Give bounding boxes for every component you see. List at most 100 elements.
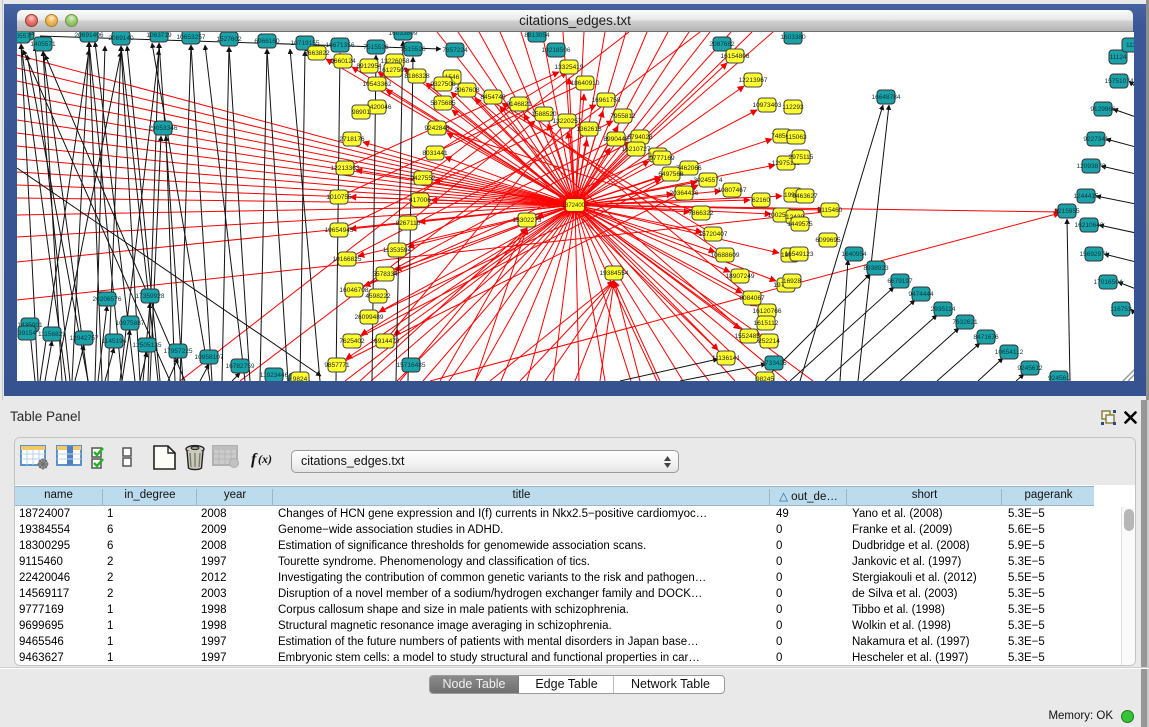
svg-text:7955812: 7955812 <box>610 113 636 120</box>
svg-text:1640954: 1640954 <box>841 251 867 258</box>
svg-text:29053346: 29053346 <box>149 125 178 132</box>
svg-text:18640910: 18640910 <box>571 80 600 87</box>
svg-text:11124: 11124 <box>1109 54 1126 61</box>
svg-text:2967608: 2967608 <box>454 87 480 94</box>
svg-text:417006: 417006 <box>409 197 431 204</box>
svg-text:8186328: 8186328 <box>404 73 430 80</box>
svg-text:16914479: 16914479 <box>371 338 400 345</box>
svg-text:30245574: 30245574 <box>694 177 723 184</box>
svg-text:17957225: 17957225 <box>164 348 193 355</box>
svg-text:5875685: 5875685 <box>430 100 456 107</box>
svg-text:19654945: 19654945 <box>325 227 354 234</box>
svg-text:10543362: 10543362 <box>363 81 392 88</box>
svg-text:6679197: 6679197 <box>887 278 913 285</box>
svg-text:12213967: 12213967 <box>739 77 768 84</box>
svg-text:19218506: 19218506 <box>542 47 571 54</box>
svg-text:9242848: 9242848 <box>424 125 450 132</box>
svg-text:16210727: 16210727 <box>622 146 651 153</box>
svg-text:11923446: 11923446 <box>260 372 289 379</box>
svg-text:6497568: 6497568 <box>658 171 684 178</box>
svg-text:19384554: 19384554 <box>600 270 629 277</box>
svg-text:7857224: 7857224 <box>442 47 468 54</box>
svg-text:115063: 115063 <box>785 134 807 141</box>
svg-text:1527602: 1527602 <box>216 36 242 43</box>
svg-text:10958107: 10958107 <box>195 354 224 361</box>
svg-text:10973403: 10973403 <box>753 102 782 109</box>
svg-text:16120766: 16120766 <box>753 308 782 315</box>
svg-text:6794028: 6794028 <box>627 134 653 141</box>
svg-text:11136141: 11136141 <box>712 355 740 362</box>
svg-text:13302273: 13302273 <box>513 217 542 224</box>
svg-text:4598222: 4598222 <box>365 293 391 300</box>
svg-text:9129966: 9129966 <box>1090 106 1116 113</box>
svg-text:16671356: 16671356 <box>326 42 355 49</box>
svg-text:13220257: 13220257 <box>553 118 582 125</box>
svg-text:16033809: 16033809 <box>389 32 418 37</box>
svg-text:1362615: 1362615 <box>576 126 602 133</box>
svg-text:12942757: 12942757 <box>70 335 99 342</box>
svg-text:1588520: 1588520 <box>531 111 557 118</box>
svg-text:16961758: 16961758 <box>592 97 621 104</box>
svg-text:7866322: 7866322 <box>688 210 714 217</box>
svg-text:12093872: 12093872 <box>1077 163 1106 170</box>
svg-text:3215955: 3215955 <box>1054 208 1080 215</box>
svg-text:11353594: 11353594 <box>383 247 412 254</box>
svg-text:13325419: 13325419 <box>555 64 584 71</box>
svg-text:8990448: 8990448 <box>603 136 629 143</box>
svg-text:924561: 924561 <box>1048 375 1070 381</box>
svg-text:9777169: 9777169 <box>649 155 675 162</box>
svg-text:252214: 252214 <box>758 338 780 345</box>
svg-text:1449575: 1449575 <box>787 221 813 228</box>
svg-text:9857771: 9857771 <box>324 362 350 369</box>
svg-text:8031441: 8031441 <box>422 150 448 157</box>
svg-text:2935114: 2935114 <box>931 306 956 313</box>
svg-text:10654112: 10654112 <box>995 349 1024 356</box>
svg-text:20691406: 20691406 <box>75 32 104 39</box>
svg-text:8471676: 8471676 <box>973 334 999 341</box>
svg-text:18724007: 18724007 <box>562 203 589 209</box>
svg-text:111: 111 <box>1126 42 1134 49</box>
svg-text:17016504: 17016504 <box>1094 279 1123 286</box>
svg-text:16928: 16928 <box>783 278 801 285</box>
svg-text:9474444: 9474444 <box>908 291 934 298</box>
svg-text:19166825: 19166825 <box>333 256 362 263</box>
svg-text:1063719: 1063719 <box>146 32 172 39</box>
svg-text:8938923: 8938923 <box>863 265 889 272</box>
svg-text:2069140: 2069140 <box>108 35 134 42</box>
svg-text:1733426: 1733426 <box>761 360 787 367</box>
svg-text:15716485: 15716485 <box>397 362 426 369</box>
svg-text:11156829: 11156829 <box>38 331 66 338</box>
svg-text:8267110: 8267110 <box>396 220 421 227</box>
svg-text:1244415: 1244415 <box>1073 193 1099 200</box>
svg-text:9227341: 9227341 <box>1083 136 1109 143</box>
svg-text:f: f <box>251 451 258 468</box>
svg-text:98901: 98901 <box>352 109 370 116</box>
svg-text:9115460: 9115460 <box>818 207 843 214</box>
svg-text:7625402: 7625402 <box>339 338 365 345</box>
svg-text:15751074: 15751074 <box>1105 78 1134 85</box>
svg-text:7663822: 7663822 <box>304 50 330 57</box>
svg-text:1145194: 1145194 <box>102 338 127 345</box>
svg-text:15720407: 15720407 <box>699 231 728 238</box>
svg-text:15692971: 15692971 <box>1080 251 1109 258</box>
svg-text:20557: 20557 <box>17 33 30 40</box>
svg-text:7515526: 7515526 <box>400 46 426 53</box>
svg-text:9084067: 9084067 <box>739 295 765 302</box>
svg-text:2975115: 2975115 <box>789 154 814 161</box>
svg-text:9146821: 9146821 <box>506 101 532 108</box>
svg-text:16154808: 16154808 <box>721 53 750 60</box>
svg-text:18907249: 18907249 <box>726 273 755 280</box>
svg-text:6099695: 6099695 <box>815 237 841 244</box>
svg-text:10653257: 10653257 <box>177 34 206 41</box>
svg-text:1615112: 1615112 <box>754 320 779 327</box>
svg-text:7515526: 7515526 <box>363 44 389 51</box>
svg-text:2087682: 2087682 <box>709 41 735 48</box>
svg-text:2718176: 2718176 <box>339 136 365 143</box>
svg-text:20364436: 20364436 <box>670 190 699 197</box>
svg-text:112293: 112293 <box>782 104 804 111</box>
svg-text:6966160: 6966160 <box>254 38 280 45</box>
svg-text:10688609: 10688609 <box>711 252 740 259</box>
svg-text:98245: 98245 <box>756 376 774 381</box>
svg-text:9660124: 9660124 <box>330 58 356 65</box>
svg-text:16210643: 16210643 <box>1075 222 1104 229</box>
